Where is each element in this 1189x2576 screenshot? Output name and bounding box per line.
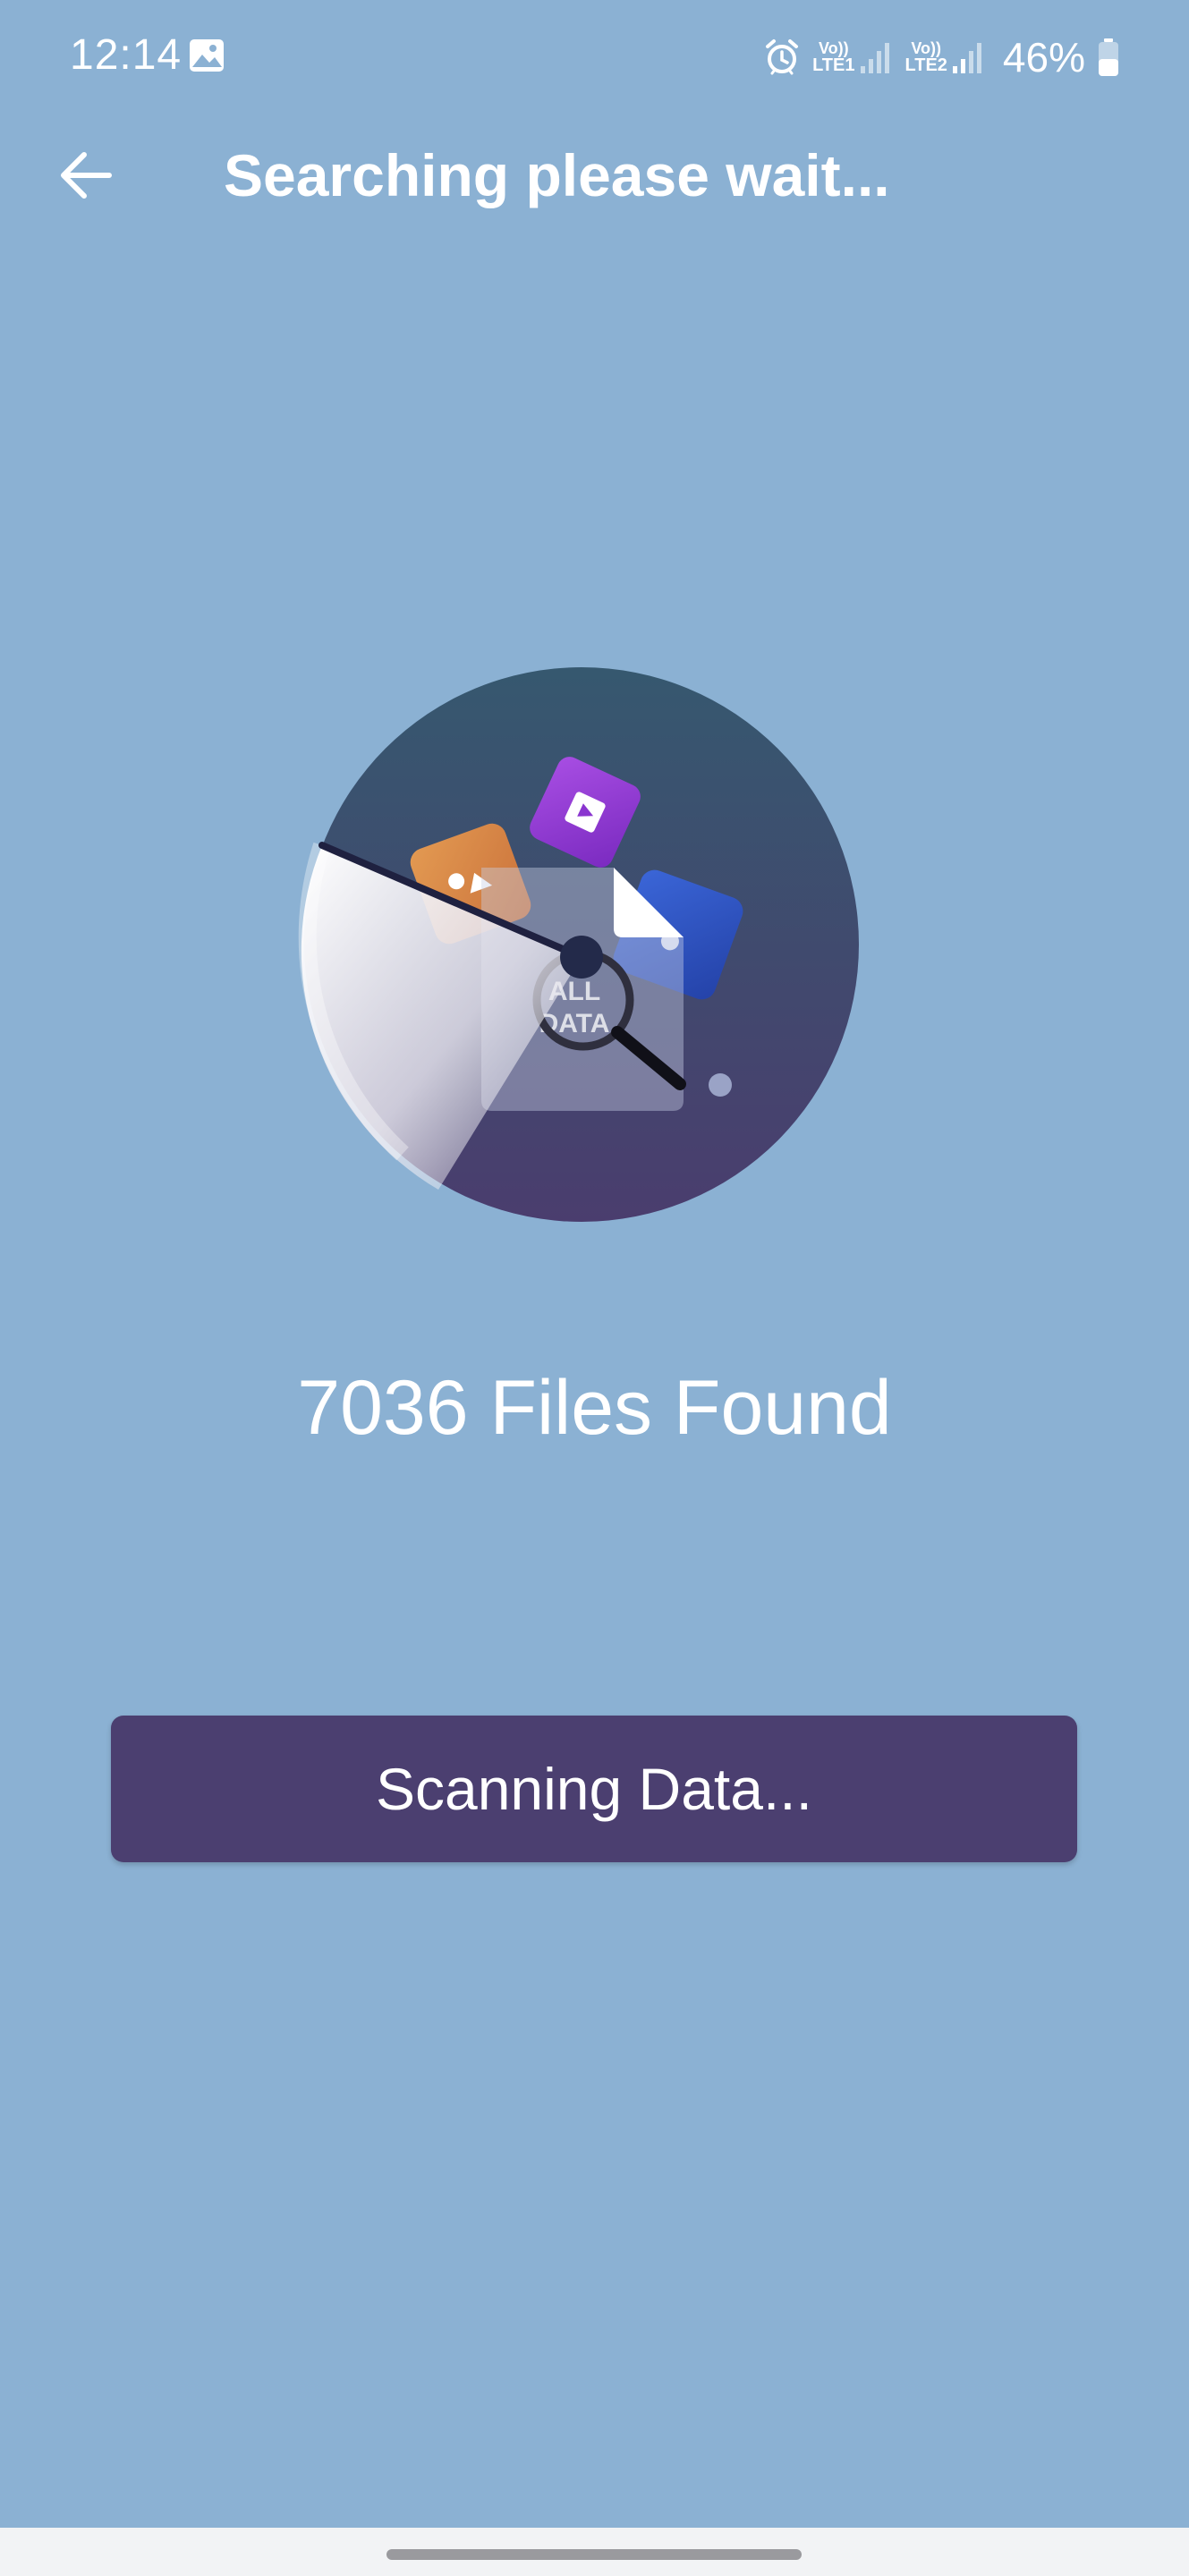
battery-icon <box>1099 38 1118 76</box>
back-button[interactable] <box>54 143 118 208</box>
navigation-bar <box>0 2528 1189 2576</box>
files-found-count: 7036 Files Found <box>297 1365 892 1451</box>
sim1-network: Vo)) LTE1 <box>812 39 892 75</box>
scanning-data-button[interactable]: Scanning Data... <box>111 1716 1077 1862</box>
home-indicator[interactable] <box>386 2549 802 2560</box>
status-indicators: Vo)) LTE1 Vo)) LTE2 46% <box>764 32 1119 82</box>
app-header: Searching please wait... <box>0 116 1189 233</box>
sim1-volte-label: Vo)) <box>818 39 849 57</box>
signal-icon <box>860 43 889 73</box>
sim2-network: Vo)) LTE2 <box>905 39 985 75</box>
signal-icon <box>952 43 981 73</box>
sim2-volte-label: Vo)) <box>911 39 942 57</box>
status-bar: 12:14 Vo)) LTE1 Vo)) LTE2 46% <box>0 0 1189 116</box>
radar-pivot <box>560 936 603 979</box>
status-time: 12:14 <box>70 31 183 79</box>
page-title: Searching please wait... <box>224 142 890 208</box>
gallery-icon <box>190 39 224 72</box>
sim2-lte-label: LTE2 <box>904 55 947 75</box>
radar-blip <box>709 1073 732 1097</box>
battery-percent: 46% <box>1002 34 1085 80</box>
alarm-icon <box>766 39 799 75</box>
sim1-lte-label: LTE1 <box>812 55 855 75</box>
scanning-data-label: Scanning Data... <box>376 1756 812 1822</box>
scanner-illustration: ALL DATA <box>298 667 859 1222</box>
back-arrow-icon <box>61 152 112 199</box>
